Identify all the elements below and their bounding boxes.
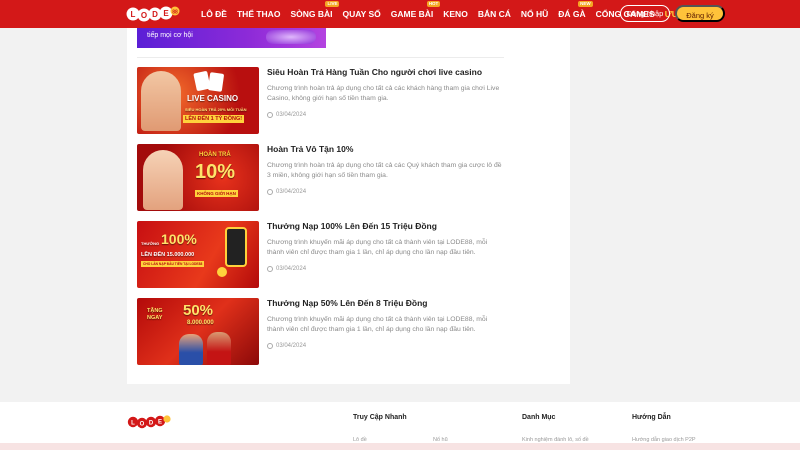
divider: [137, 57, 504, 58]
promo-thumbnail[interactable]: LIVE CASINO SIÊU HOÀN TRẢ 20% MỖI TUẦN L…: [137, 67, 259, 134]
post-date: 03/04/2024: [267, 343, 306, 349]
svg-text:E: E: [158, 420, 162, 426]
svg-text:D: D: [149, 421, 154, 427]
top-header: L O D E 88 LÔ ĐỀ THỂ THAO SÒNG BÀI LIVE Q…: [0, 0, 800, 28]
promotion-list: tiếp mọi cơ hội LIVE CASINO SIÊU HOÀN TR…: [127, 28, 570, 384]
post-description: Chương trình hoàn trả áp dụng cho tất cả…: [267, 162, 502, 179]
nav-item-keno[interactable]: KENO: [438, 0, 473, 28]
svg-text:O: O: [141, 11, 147, 20]
promo-thumbnail[interactable]: TẶNG NGAY 50% 8.000.000: [137, 298, 259, 365]
phone-icon: [225, 227, 247, 267]
footer-bottom-bar: [0, 443, 800, 450]
post-title[interactable]: Thưởng Nạp 50% Lên Đến 8 Triệu Đồng: [267, 298, 428, 308]
post-description: Chương trình hoàn trả áp dụng cho tất cả…: [267, 85, 500, 102]
nav-item-quay-so[interactable]: QUAY SỐ: [337, 0, 385, 28]
post-title[interactable]: Thưởng Nạp 100% Lên Đến 15 Triệu Đồng: [267, 221, 437, 231]
footer-heading-guides: Hướng Dẫn: [632, 414, 671, 421]
svg-text:88: 88: [172, 10, 178, 16]
clock-icon: [267, 189, 273, 195]
clock-icon: [267, 266, 273, 272]
promo-thumbnail[interactable]: HOÀN TRẢ 10% KHÔNG GIỚI HẠN: [137, 144, 259, 211]
register-button[interactable]: Đăng ký: [675, 5, 725, 22]
login-button[interactable]: Đăng nhập: [620, 5, 670, 22]
athlete-figure: [207, 332, 231, 365]
nav-item-da-ga[interactable]: ĐÁ GÀ NEW: [553, 0, 593, 28]
svg-text:E: E: [163, 9, 169, 18]
svg-text:L: L: [131, 421, 135, 427]
banner-glow: [266, 30, 316, 44]
svg-text:L: L: [131, 10, 136, 19]
list-item[interactable]: TẶNG NGAY 50% 8.000.000 Thưởng Nạp 50% L…: [137, 298, 504, 365]
clock-icon: [267, 112, 273, 118]
post-title[interactable]: Hoàn Trả Vô Tận 10%: [267, 144, 353, 154]
nav-item-song-bai[interactable]: SÒNG BÀI LIVE: [285, 0, 340, 28]
banner-caption: tiếp mọi cơ hội: [147, 32, 193, 39]
svg-text:O: O: [140, 422, 145, 428]
clock-icon: [267, 343, 273, 349]
list-item[interactable]: HOÀN TRẢ 10% KHÔNG GIỚI HẠN Hoàn Trả Vô …: [137, 144, 504, 211]
post-date: 03/04/2024: [267, 189, 306, 195]
footer-heading-quick-access: Truy Cập Nhanh: [353, 414, 407, 421]
lode88-logo[interactable]: L O D E 88: [126, 4, 180, 24]
nav-item-lo-de[interactable]: LÔ ĐỀ: [196, 0, 232, 28]
list-item[interactable]: LIVE CASINO SIÊU HOÀN TRẢ 20% MỖI TUẦN L…: [137, 67, 504, 134]
promo-banner-partial[interactable]: tiếp mọi cơ hội: [137, 28, 326, 48]
list-item[interactable]: 100% THƯỞNG LÊN ĐẾN 15.000.000 CHO LẦN N…: [137, 221, 504, 288]
playing-card-icon: [207, 72, 225, 92]
post-title[interactable]: Siêu Hoàn Trả Hàng Tuần Cho người chơi l…: [267, 67, 482, 77]
model-figure: [141, 71, 181, 131]
nav-item-the-thao[interactable]: THỂ THAO: [232, 0, 285, 28]
post-date: 03/04/2024: [267, 112, 306, 118]
footer-logo[interactable]: L O D E: [127, 414, 171, 430]
athlete-figure: [179, 334, 203, 365]
nav-item-no-hu[interactable]: NỔ HŨ: [516, 0, 553, 28]
svg-text:D: D: [152, 10, 158, 19]
coin-icon: [217, 267, 227, 277]
promo-thumbnail[interactable]: 100% THƯỞNG LÊN ĐẾN 15.000.000 CHO LẦN N…: [137, 221, 259, 288]
post-description: Chương trình khuyến mãi áp dụng cho tất …: [267, 239, 488, 256]
model-figure: [143, 150, 183, 210]
nav-item-ban-ca[interactable]: BẮN CÁ: [473, 0, 516, 28]
post-description: Chương trình khuyến mãi áp dụng cho tất …: [267, 316, 488, 333]
footer-heading-categories: Danh Mục: [522, 414, 556, 421]
post-date: 03/04/2024: [267, 266, 306, 272]
nav-item-game-bai[interactable]: GAME BÀI HOT: [386, 0, 441, 28]
